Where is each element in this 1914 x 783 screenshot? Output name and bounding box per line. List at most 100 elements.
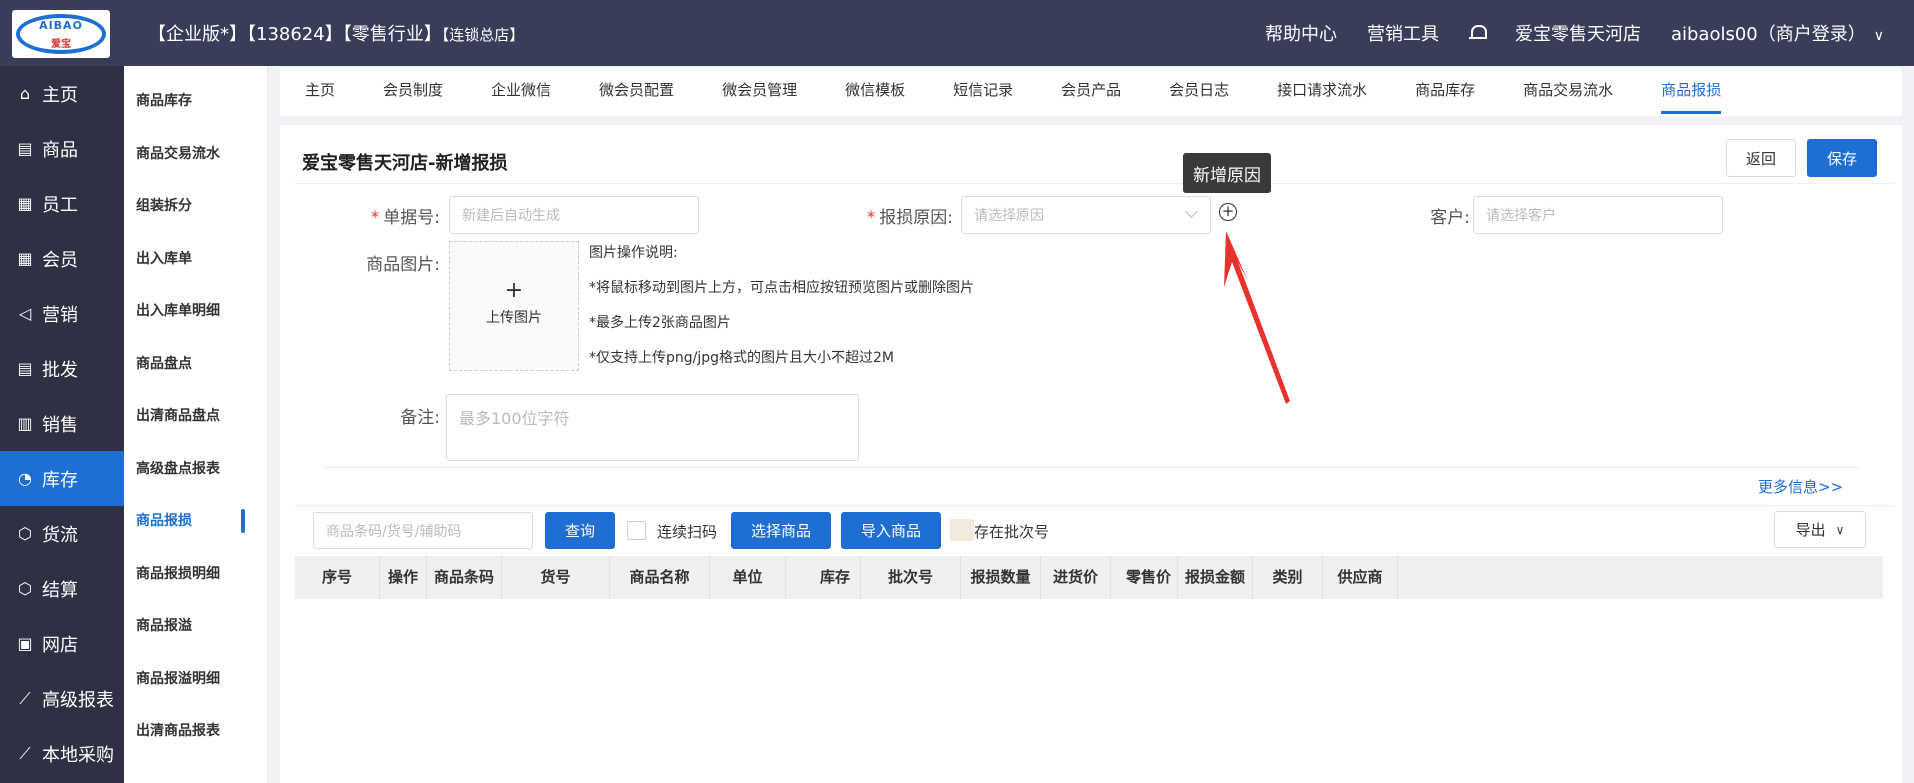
tab-goods-transactions[interactable]: 商品交易流水 <box>1523 68 1613 116</box>
continuous-scan-checkbox[interactable] <box>627 521 646 540</box>
sidebar-item-staff[interactable]: ▦ 员工 <box>0 176 124 231</box>
sidebar-item-label: 主页 <box>42 84 78 106</box>
staff-icon: ▦ <box>17 194 33 213</box>
image-note-line: *将鼠标移动到图片上方，可点击相应按钮预览图片或删除图片 <box>589 280 974 296</box>
tab-wechat-template[interactable]: 微信模板 <box>845 68 905 116</box>
sidebar-item-label: 商品 <box>42 139 78 161</box>
sidebar-item-advanced-reports[interactable]: ⟋ 高级报表 <box>0 671 124 726</box>
store-name[interactable]: 爱宝零售天河店 <box>1515 20 1641 46</box>
tab-sms-records[interactable]: 短信记录 <box>953 68 1013 116</box>
back-button[interactable]: 返回 <box>1726 139 1796 177</box>
submenu-item[interactable]: 出清商品盘点 <box>124 389 267 442</box>
sidebar-item-label: 货流 <box>42 524 78 546</box>
submenu-item[interactable]: 出入库单明细 <box>124 284 267 337</box>
tab-goods-loss[interactable]: 商品报损 <box>1661 68 1722 116</box>
user-menu[interactable]: aibaols00（商户登录） ∨ <box>1671 20 1884 46</box>
submenu-item[interactable]: 商品报溢 <box>124 599 267 652</box>
import-goods-button[interactable]: 导入商品 <box>841 512 941 549</box>
submenu-item[interactable]: 组装拆分 <box>124 179 267 232</box>
plus-icon: + <box>504 278 524 303</box>
doc-no-label-text: 单据号: <box>383 208 440 228</box>
org-title: 【企业版*】【138624】【零售行业】【连锁总店】 <box>148 20 524 46</box>
select-goods-button[interactable]: 选择商品 <box>731 512 831 549</box>
sidebar-item-goods[interactable]: ▤ 商品 <box>0 121 124 176</box>
org-title-main: 【企业版*】【138624】【零售行业】 <box>148 24 442 45</box>
submenu-item[interactable]: 商品盘点 <box>124 337 267 390</box>
loss-reason-select[interactable]: 请选择原因 <box>961 196 1211 234</box>
export-button[interactable]: 导出 ∨ <box>1774 511 1866 548</box>
column-header: 报损金额 <box>1178 556 1253 599</box>
tab-member-products[interactable]: 会员产品 <box>1061 68 1121 116</box>
submenu-item-active[interactable]: 商品报损 <box>124 494 267 547</box>
tab-member-log[interactable]: 会员日志 <box>1169 68 1229 116</box>
required-mark: * <box>866 208 876 228</box>
sidebar-item-wholesale[interactable]: ▤ 批发 <box>0 341 124 396</box>
page-title: 爱宝零售天河店-新增报损 <box>302 153 508 174</box>
submenu-item[interactable]: 商品交易流水 <box>124 127 267 180</box>
goods-icon: ▤ <box>17 139 33 158</box>
tab-member-system[interactable]: 会员制度 <box>383 68 443 116</box>
sidebar-item-home[interactable]: ⌂ 主页 <box>0 66 124 121</box>
sidebar-item-inventory[interactable]: ◔ 库存 <box>0 451 124 506</box>
sidebar-item-member[interactable]: ▦ 会员 <box>0 231 124 286</box>
line-chart-icon: ⟋ <box>19 743 31 763</box>
tab-api-request-log[interactable]: 接口请求流水 <box>1277 68 1367 116</box>
chevron-down-icon: ∨ <box>1835 522 1845 537</box>
gift-icon: ▣ <box>17 634 33 653</box>
sidebar-item-local-purchase[interactable]: ⟋ 本地采购 <box>0 726 124 781</box>
pie-chart-icon: ◔ <box>18 469 32 488</box>
table-header: 序号 操作 商品条码 货号 商品名称 单位 库存 批次号 报损数量 进货价 零售… <box>295 556 1883 599</box>
logo-text: AIBAO <box>39 19 83 32</box>
aibao-logo[interactable]: AIBAO 爱宝 <box>12 10 110 58</box>
doc-no-input[interactable]: 新建后自动生成 <box>449 196 699 234</box>
batch-label: 存在批次号 <box>974 523 1050 541</box>
submenu-item[interactable]: 商品报溢明细 <box>124 652 267 705</box>
add-circle-icon[interactable]: + <box>1219 203 1237 221</box>
member-icon: ▦ <box>17 249 33 268</box>
image-note-line: *最多上传2张商品图片 <box>589 315 731 331</box>
submenu-item[interactable]: 商品报损明细 <box>124 547 267 600</box>
submenu-item[interactable]: 高级盘点报表 <box>124 442 267 495</box>
sidebar-item-label: 本地采购 <box>42 744 114 766</box>
top-right-nav: 帮助中心 营销工具 爱宝零售天河店 aibaols00（商户登录） ∨ <box>1235 20 1884 46</box>
column-header: 单位 <box>710 556 786 599</box>
sidebar-item-logistics[interactable]: ⬡ 货流 <box>0 506 124 561</box>
sidebar-item-marketing[interactable]: ◁ 营销 <box>0 286 124 341</box>
logo-sub-text: 爱宝 <box>51 39 71 50</box>
tab-home[interactable]: 主页 <box>305 68 335 116</box>
submenu-item[interactable]: 商品库存 <box>124 74 267 127</box>
tab-micro-member-manage[interactable]: 微会员管理 <box>722 68 797 116</box>
more-info-link[interactable]: 更多信息>> <box>1758 476 1843 497</box>
required-mark: * <box>370 208 380 228</box>
sidebar-item-label: 库存 <box>42 469 78 491</box>
continuous-scan-label: 连续扫码 <box>657 523 718 541</box>
query-button[interactable]: 查询 <box>545 512 615 549</box>
sidebar-item-label: 高级报表 <box>42 689 114 711</box>
goods-search-input[interactable]: 商品条码/货号/辅助码 <box>313 512 533 549</box>
column-header: 库存 <box>786 556 861 599</box>
tab-wecom[interactable]: 企业微信 <box>491 68 551 116</box>
cube-icon: ⬡ <box>18 524 32 543</box>
upload-image-box[interactable]: + 上传图片 <box>449 241 579 371</box>
line-chart-icon: ⟋ <box>19 688 31 708</box>
sidebar-item-sales[interactable]: ▥ 销售 <box>0 396 124 451</box>
sidebar-item-webstore[interactable]: ▣ 网店 <box>0 616 124 671</box>
column-header: 进货价 <box>1041 556 1111 599</box>
sidebar-item-label: 批发 <box>42 359 78 381</box>
tab-micro-member-config[interactable]: 微会员配置 <box>599 68 674 116</box>
tab-goods-stock[interactable]: 商品库存 <box>1415 68 1475 116</box>
marketing-tools-link[interactable]: 营销工具 <box>1367 20 1439 46</box>
bell-icon[interactable] <box>1468 24 1487 42</box>
column-header: 货号 <box>502 556 610 599</box>
remark-textarea[interactable]: 最多100位字符 <box>446 394 859 461</box>
column-header: 类别 <box>1253 556 1323 599</box>
customer-label: 客户: <box>1430 208 1470 228</box>
customer-select[interactable]: 请选择客户 <box>1473 196 1723 234</box>
sidebar-item-settlement[interactable]: ⬡ 结算 <box>0 561 124 616</box>
sidebar-item-label: 销售 <box>42 414 78 436</box>
submenu-item[interactable]: 出入库单 <box>124 232 267 285</box>
main-sidebar: ⌂ 主页 ▤ 商品 ▦ 员工 ▦ 会员 ◁ 营销 ▤ 批发 ▥ 销售 ◔ 库存 ⬡ 货流 ⬡ 结算 … <box>0 66 124 783</box>
save-button[interactable]: 保存 <box>1807 139 1877 177</box>
submenu-item[interactable]: 出清商品报表 <box>124 704 267 757</box>
help-center-link[interactable]: 帮助中心 <box>1265 20 1337 46</box>
